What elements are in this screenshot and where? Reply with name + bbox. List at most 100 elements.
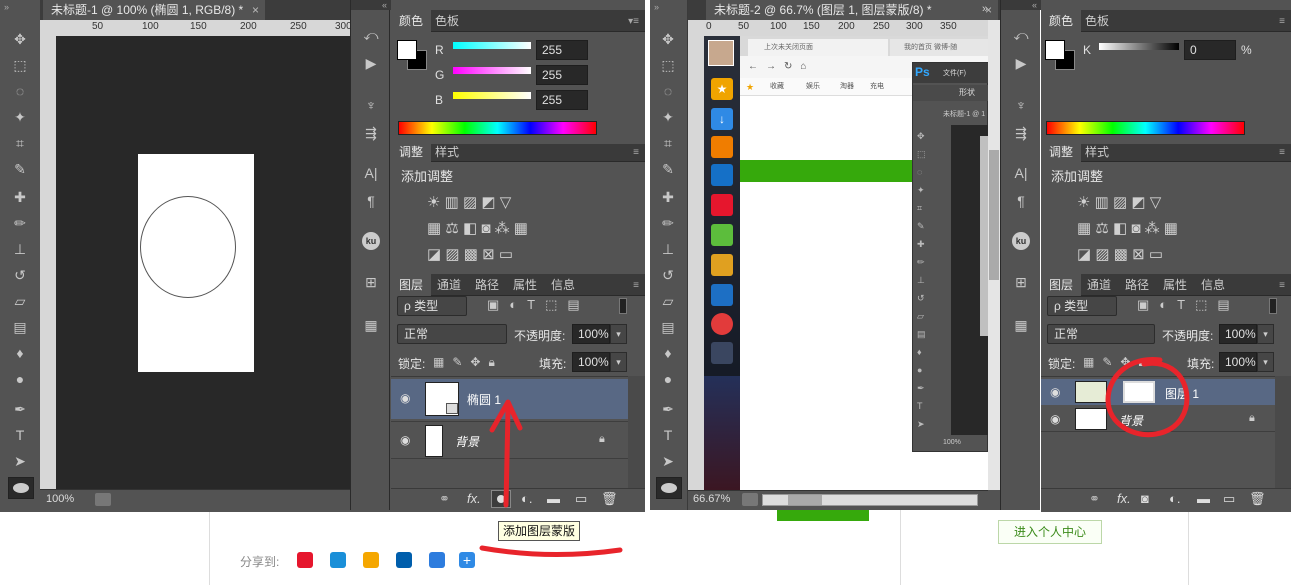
toolbar-collapse-icon[interactable]: » <box>4 2 9 12</box>
blur-tool-icon[interactable]: ♦ <box>656 342 680 364</box>
channel-slider-r[interactable] <box>453 42 531 49</box>
calc-app-icon[interactable] <box>711 342 733 364</box>
lock-all-icon[interactable]: 🔒︎ <box>488 355 502 369</box>
layers-panel-menu-icon[interactable]: ≡ <box>1279 280 1285 291</box>
channel-value-g[interactable]: 255 <box>536 65 588 85</box>
exposure-icon[interactable]: ◩ <box>481 194 495 211</box>
home-icon[interactable]: ⌂ <box>800 61 814 72</box>
weibo-share-icon[interactable] <box>297 552 313 568</box>
posterize-icon[interactable]: ▨ <box>445 246 459 263</box>
filter-pixel-icon[interactable]: ▣ <box>487 297 509 312</box>
adjust-panel-menu-icon[interactable]: ≡ <box>633 147 639 158</box>
download-app-icon[interactable]: ↓ <box>711 108 733 130</box>
tab-adjustments[interactable]: 调整 <box>391 142 432 162</box>
tab-swatches[interactable]: 色板 <box>427 10 467 32</box>
dodge-tool-icon[interactable]: ● <box>8 368 32 390</box>
ellipse-tool-icon[interactable] <box>656 477 682 499</box>
red-app-icon[interactable] <box>711 313 733 335</box>
clone-source-icon[interactable]: ⇶ <box>361 124 381 142</box>
photo-filter-icon[interactable]: ◙ <box>1131 220 1140 237</box>
filter-adjust-icon[interactable]: ◐ <box>509 297 527 312</box>
filter-toggle[interactable] <box>619 298 627 314</box>
color-spectrum-bar[interactable] <box>1046 121 1245 135</box>
layer-thumbnail[interactable] <box>425 425 443 457</box>
vibrance-icon[interactable]: ▽ <box>500 194 512 211</box>
tab-channels[interactable]: 通道 <box>1079 274 1119 296</box>
kuler-icon[interactable]: ku <box>362 232 380 250</box>
fx-icon[interactable]: fx. <box>1117 491 1131 506</box>
tab-styles[interactable]: 样式 <box>1077 142 1117 162</box>
tab-info[interactable]: 信息 <box>1193 274 1233 296</box>
threshold-icon[interactable]: ▩ <box>464 246 478 263</box>
k-slider[interactable] <box>1099 43 1179 50</box>
renren-share-icon[interactable] <box>396 552 412 568</box>
move-tool-icon[interactable]: ✥ <box>8 28 32 50</box>
tab-color[interactable]: 颜色 <box>1041 10 1082 32</box>
tab-styles[interactable]: 样式 <box>427 142 467 162</box>
group-icon[interactable]: ▬ <box>1197 491 1210 506</box>
status-info-icon[interactable] <box>95 493 111 506</box>
channel-slider-g[interactable] <box>453 67 531 74</box>
h-scroll-thumb[interactable] <box>788 495 822 505</box>
layers-panel-menu-icon[interactable]: ≡ <box>633 280 639 291</box>
tab-paths[interactable]: 路径 <box>467 274 507 296</box>
inner-menu-file[interactable]: 文件(F) <box>943 68 966 78</box>
balance-icon[interactable]: ⚖ <box>445 220 458 237</box>
link-layers-icon[interactable]: ⚭ <box>1089 491 1100 507</box>
bw-icon[interactable]: ◧ <box>463 220 477 237</box>
inner-mode[interactable]: 形状 <box>959 87 975 98</box>
game-app-icon[interactable] <box>711 164 733 186</box>
star-app-icon[interactable]: ★ <box>711 78 733 100</box>
fill-value[interactable]: 100% <box>572 352 610 372</box>
right-zoom-value[interactable]: 66.67% <box>693 493 730 505</box>
type-tool-icon[interactable]: T <box>8 424 32 446</box>
lock-move-icon[interactable]: ✥ <box>470 355 488 369</box>
character-panel-icon[interactable]: A| <box>1011 164 1031 182</box>
layers-scrollbar[interactable] <box>1275 376 1291 488</box>
paragraph-panel-icon[interactable]: ¶ <box>1011 192 1031 210</box>
delete-layer-icon[interactable]: 🗑︎ <box>1249 491 1266 507</box>
blur-tool-icon[interactable]: ♦ <box>8 342 32 364</box>
gradient-map-icon[interactable]: ▭ <box>1149 246 1163 263</box>
gradient-tool-icon[interactable]: ▤ <box>8 316 32 338</box>
filter-shape-icon[interactable]: ⬚ <box>1195 297 1217 312</box>
refresh-icon[interactable]: ↻ <box>784 61 800 72</box>
history-panel-icon[interactable]: ⤺ <box>361 26 381 44</box>
browser-tab-2[interactable]: 我的首页 微博-随 <box>890 39 988 56</box>
exposure-icon[interactable]: ◩ <box>1131 194 1145 211</box>
opacity-dropdown-icon[interactable]: ▾ <box>1257 324 1274 344</box>
adjustment-layer-icon[interactable]: ◐. <box>1169 491 1180 506</box>
path-select-tool-icon[interactable]: ➤ <box>656 450 680 472</box>
magic-wand-tool-icon[interactable]: ✦ <box>656 106 680 128</box>
invert-icon[interactable]: ◪ <box>427 246 441 263</box>
brush-tool-icon[interactable]: ✏ <box>656 212 680 234</box>
channel-slider-b[interactable] <box>453 92 531 99</box>
visibility-eye-icon[interactable]: ◉ <box>400 391 410 405</box>
filter-type-icon[interactable]: T <box>527 297 545 312</box>
history-panel-icon[interactable]: ⤺ <box>1011 26 1031 44</box>
link-layers-icon[interactable]: ⚭ <box>439 491 450 507</box>
layer-kind-filter[interactable]: ρ 类型 <box>397 296 467 316</box>
marquee-tool-icon[interactable]: ⬚ <box>656 54 680 76</box>
star-share-icon[interactable] <box>363 552 379 568</box>
magic-wand-tool-icon[interactable]: ✦ <box>8 106 32 128</box>
brush-presets-icon[interactable]: ♆ <box>361 96 381 114</box>
gradient-tool-icon[interactable]: ▤ <box>656 316 680 338</box>
photo-filter-icon[interactable]: ◙ <box>481 220 490 237</box>
right-doc-tab[interactable]: 未标题-2 @ 66.7% (图层 1, 图层蒙版/8) * × <box>706 0 998 20</box>
filter-smart-icon[interactable]: ▤ <box>1217 297 1239 312</box>
channel-value-r[interactable]: 255 <box>536 40 588 60</box>
pen-tool-icon[interactable]: ✒ <box>656 398 680 420</box>
right-canvas[interactable]: ★ ↓ 上次未关闭页面 我的首页 微博-随 ←→↻⌂ ★ 收藏 娱乐 淘器 充电… <box>704 36 988 490</box>
move-tool-icon[interactable]: ✥ <box>656 28 680 50</box>
posterize-icon[interactable]: ▨ <box>1095 246 1109 263</box>
invert-icon[interactable]: ◪ <box>1077 246 1091 263</box>
actions-panel-icon[interactable]: ▶ <box>361 54 381 72</box>
tab-info[interactable]: 信息 <box>543 274 583 296</box>
eraser-tool-icon[interactable]: ▱ <box>8 290 32 312</box>
filter-type-icon[interactable]: T <box>1177 297 1195 312</box>
status-info-icon[interactable] <box>742 493 758 506</box>
history-brush-icon[interactable]: ↺ <box>656 264 680 286</box>
bookmark-star-icon[interactable]: ★ <box>746 78 754 96</box>
eraser-tool-icon[interactable]: ▱ <box>656 290 680 312</box>
